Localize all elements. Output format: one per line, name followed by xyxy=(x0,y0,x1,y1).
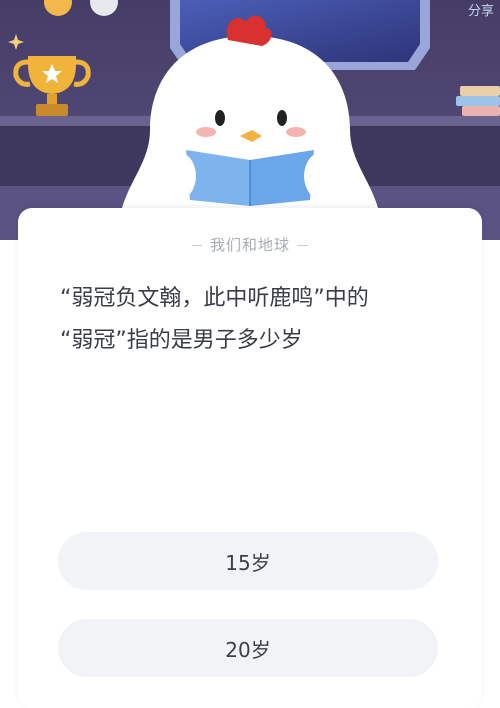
divider-right xyxy=(298,245,308,246)
header-illustration: 分享 xyxy=(0,0,500,240)
question-text: “弱冠负文翰，此中听鹿鸣”中的 “弱冠”指的是男子多少岁 xyxy=(60,278,450,362)
share-label[interactable]: 分享 xyxy=(468,0,494,19)
answer-option-2[interactable]: 20岁 xyxy=(58,619,438,677)
category-header: 我们和地球 xyxy=(18,234,482,255)
answer-option-label: 20岁 xyxy=(225,637,271,662)
question-line-1: “弱冠负文翰，此中听鹿鸣”中的 xyxy=(60,286,369,311)
answer-option-label: 15岁 xyxy=(225,550,271,575)
question-line-2: “弱冠”指的是男子多少岁 xyxy=(60,328,303,353)
question-card: 我们和地球 “弱冠负文翰，此中听鹿鸣”中的 “弱冠”指的是男子多少岁 15岁 2… xyxy=(18,208,482,708)
scene-artwork xyxy=(0,0,500,240)
divider-left xyxy=(191,245,202,246)
category-label: 我们和地球 xyxy=(209,236,290,254)
answer-option-1[interactable]: 15岁 xyxy=(58,532,438,590)
